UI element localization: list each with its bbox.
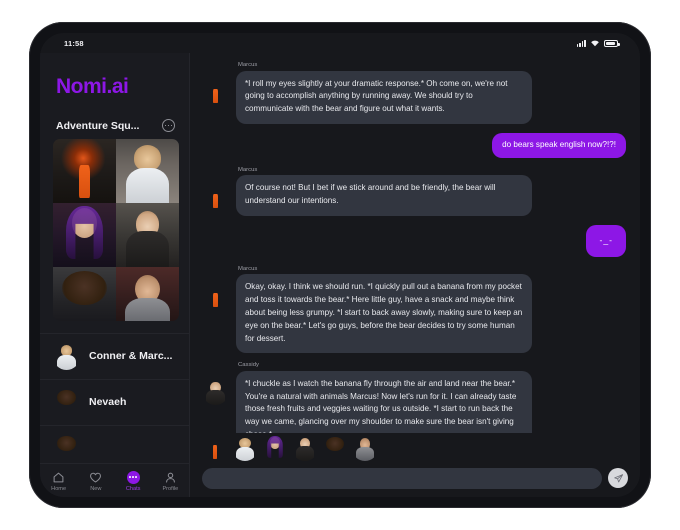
avatar-volcano-orange-suit[interactable]	[202, 435, 228, 461]
message-sender-name: Marcus	[238, 62, 258, 68]
nav-item-label: Profile	[162, 485, 179, 492]
chat-list-item-partial[interactable]	[40, 424, 189, 463]
avatar-volcano-orange-suit[interactable]	[202, 183, 229, 210]
message-bubble: Of course not! But I bet if we stick aro…	[236, 175, 532, 217]
nav-item-label: New	[90, 485, 102, 492]
nav-item-profile[interactable]: Profile	[152, 470, 189, 492]
group-photo-curly-hair-woman[interactable]	[53, 267, 116, 321]
message-sender-name: Cassidy	[238, 362, 259, 369]
device-screen: 11:58 Nomi.ai Adventure Squ... Conner & …	[40, 33, 640, 497]
chat-list-item-nevaeh[interactable]: Nevaeh	[40, 378, 189, 425]
chat-list-item-label: Nevaeh	[89, 396, 127, 409]
person-icon	[164, 471, 177, 484]
message-bubble: *I chuckle as I watch the banana fly thr…	[236, 370, 532, 433]
home-icon	[52, 471, 65, 484]
group-photo-volcano[interactable]	[53, 139, 116, 203]
avatar-purple-hair-woman[interactable]	[262, 435, 288, 461]
chat-list[interactable]: Conner & Marc... Nevaeh	[40, 332, 189, 463]
app-body: Nomi.ai Adventure Squ... Conner & Marc..…	[40, 53, 640, 497]
message-bubble: -_-	[586, 225, 626, 257]
send-paper-plane-icon	[613, 473, 623, 482]
message-sender-name: Marcus	[238, 265, 258, 272]
message-bubble: do bears speak english now?!?!	[492, 132, 626, 158]
avatar-brunette-woman[interactable]	[292, 435, 318, 461]
nav-item-chats[interactable]: Chats	[115, 470, 152, 492]
avatar-dark-hair-man[interactable]	[352, 435, 378, 461]
status-bar-clock: 11:58	[64, 38, 84, 48]
message-input[interactable]	[202, 467, 602, 489]
bottom-navigation-bar[interactable]: Home New Chats Profile	[40, 463, 189, 497]
group-header[interactable]: Adventure Squ...	[40, 119, 189, 139]
avatar-partial-row	[53, 435, 80, 462]
heart-icon	[89, 471, 102, 484]
avatar-volcano-orange-suit[interactable]	[202, 78, 229, 105]
chat-list-item-label: Conner & Marc...	[89, 350, 173, 363]
nav-item-new[interactable]: New	[77, 470, 114, 492]
group-photo-purple-hair-woman[interactable]	[53, 203, 116, 267]
group-photo-brunette-woman[interactable]	[116, 203, 179, 267]
brand-logo: Nomi.ai	[56, 75, 129, 98]
message-row-incoming: Marcus Okay, okay. I think we should run…	[202, 265, 626, 354]
message-row-incoming: Marcus Of course not! But I bet if we st…	[202, 166, 626, 217]
status-bar: 11:58	[40, 33, 640, 53]
message-bubble: *I roll my eyes slightly at your dramati…	[236, 70, 532, 124]
message-row-incoming: Cassidy *I chuckle as I watch the banana…	[202, 362, 626, 433]
send-button[interactable]	[608, 468, 628, 488]
message-row-incoming: Marcus *I roll my eyes slightly at your …	[202, 62, 626, 124]
message-list[interactable]: Marcus *I roll my eyes slightly at your …	[190, 53, 640, 433]
participant-avatar-strip[interactable]	[190, 433, 640, 463]
conversation-pane: Marcus *I roll my eyes slightly at your …	[190, 53, 640, 497]
message-bubble: Okay, okay. I think we should run. *I qu…	[236, 274, 532, 354]
signal-bars-icon	[576, 39, 586, 47]
chats-icon	[126, 470, 140, 484]
message-sender-name: Marcus	[238, 166, 258, 173]
tablet-device-frame: 11:58 Nomi.ai Adventure Squ... Conner & …	[29, 22, 651, 508]
avatar-volcano-orange-suit[interactable]	[202, 282, 229, 309]
group-photo-dark-hair-man[interactable]	[116, 267, 179, 321]
message-composer	[190, 463, 640, 497]
message-row-outgoing: -_-	[202, 225, 626, 257]
avatar-blond-man[interactable]	[232, 435, 258, 461]
avatar-curly-hair-woman[interactable]	[322, 435, 348, 461]
avatar-blond-man	[53, 343, 80, 370]
group-title: Adventure Squ...	[56, 119, 140, 132]
group-photo-blond-man[interactable]	[116, 139, 179, 203]
nav-item-label: Home	[51, 485, 67, 492]
chat-list-item-conner-marcus[interactable]: Conner & Marc...	[40, 332, 189, 379]
nav-item-label: Chats	[125, 485, 141, 492]
group-photo-grid[interactable]	[53, 139, 179, 321]
battery-icon	[604, 39, 620, 47]
sidebar: Nomi.ai Adventure Squ... Conner & Marc..…	[40, 53, 190, 497]
message-row-outgoing: do bears speak english now?!?!	[202, 132, 626, 158]
nav-item-home[interactable]: Home	[40, 470, 77, 492]
avatar-curly-hair-woman	[53, 389, 80, 416]
avatar-brunette-woman[interactable]	[202, 378, 229, 405]
wifi-icon	[590, 34, 600, 52]
status-bar-icons	[576, 34, 620, 52]
ellipsis-circle-icon[interactable]	[162, 119, 175, 132]
